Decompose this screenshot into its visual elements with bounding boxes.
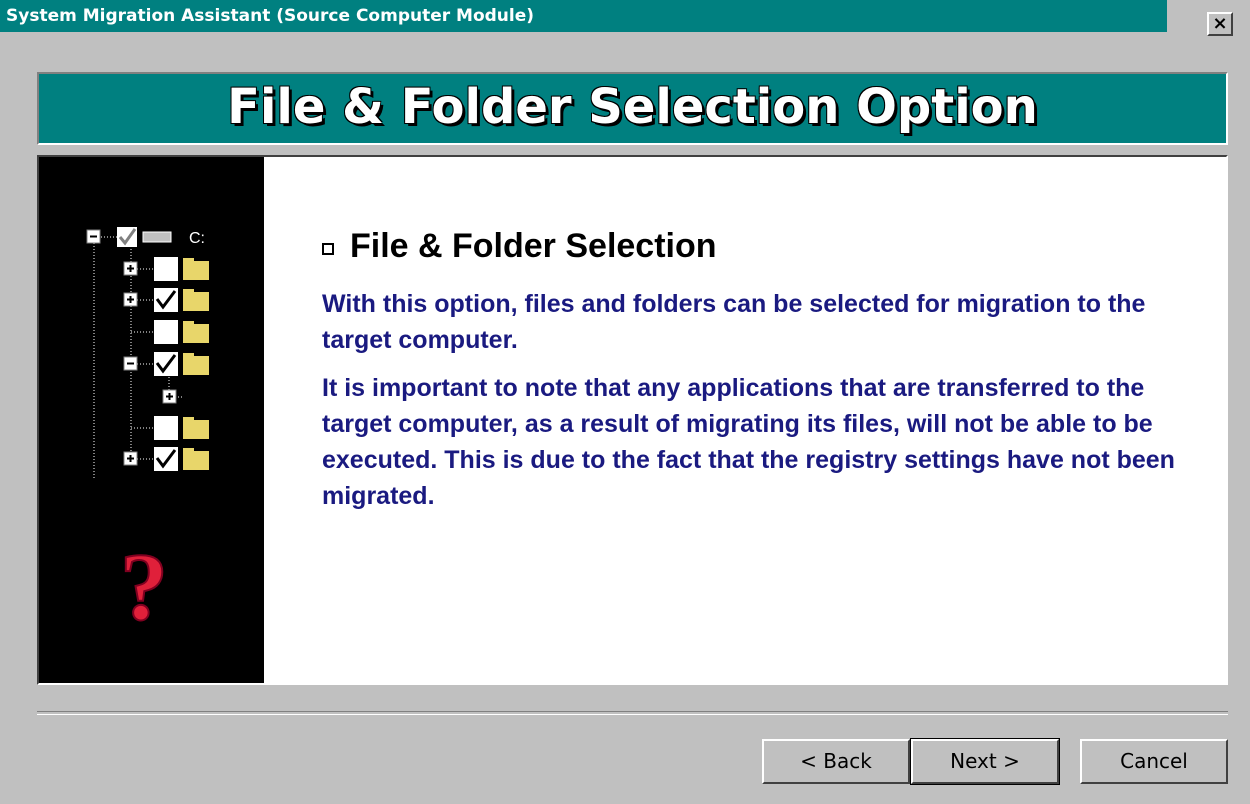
close-button[interactable]: × xyxy=(1207,12,1233,36)
window-title-bar[interactable]: System Migration Assistant (Source Compu… xyxy=(0,0,1167,32)
drive-label: C: xyxy=(189,230,205,247)
window-title: System Migration Assistant (Source Compu… xyxy=(6,6,535,26)
close-icon: × xyxy=(1212,13,1228,34)
cancel-button[interactable]: Cancel xyxy=(1080,739,1228,784)
separator xyxy=(37,711,1228,715)
question-mark-icon: ? xyxy=(120,533,168,640)
content-panel: C: ? File & Folder Selection With this o… xyxy=(37,155,1228,685)
description-area: File & Folder Selection With this option… xyxy=(322,227,1202,526)
banner-title: File & Folder Selection Option xyxy=(227,79,1038,135)
back-button[interactable]: < Back xyxy=(762,739,910,784)
banner: File & Folder Selection Option xyxy=(37,72,1228,145)
heading-row: File & Folder Selection xyxy=(322,227,1202,266)
description-paragraph-2: It is important to note that any applica… xyxy=(322,374,1175,510)
description-paragraph-1: With this option, files and folders can … xyxy=(322,290,1146,354)
next-button[interactable]: Next > xyxy=(910,738,1060,785)
checkbox-icon xyxy=(322,242,334,255)
section-heading: File & Folder Selection xyxy=(350,227,717,265)
folder-tree-illustration: C: ? xyxy=(39,157,264,683)
folder-tree-icon: C: ? xyxy=(86,227,209,641)
